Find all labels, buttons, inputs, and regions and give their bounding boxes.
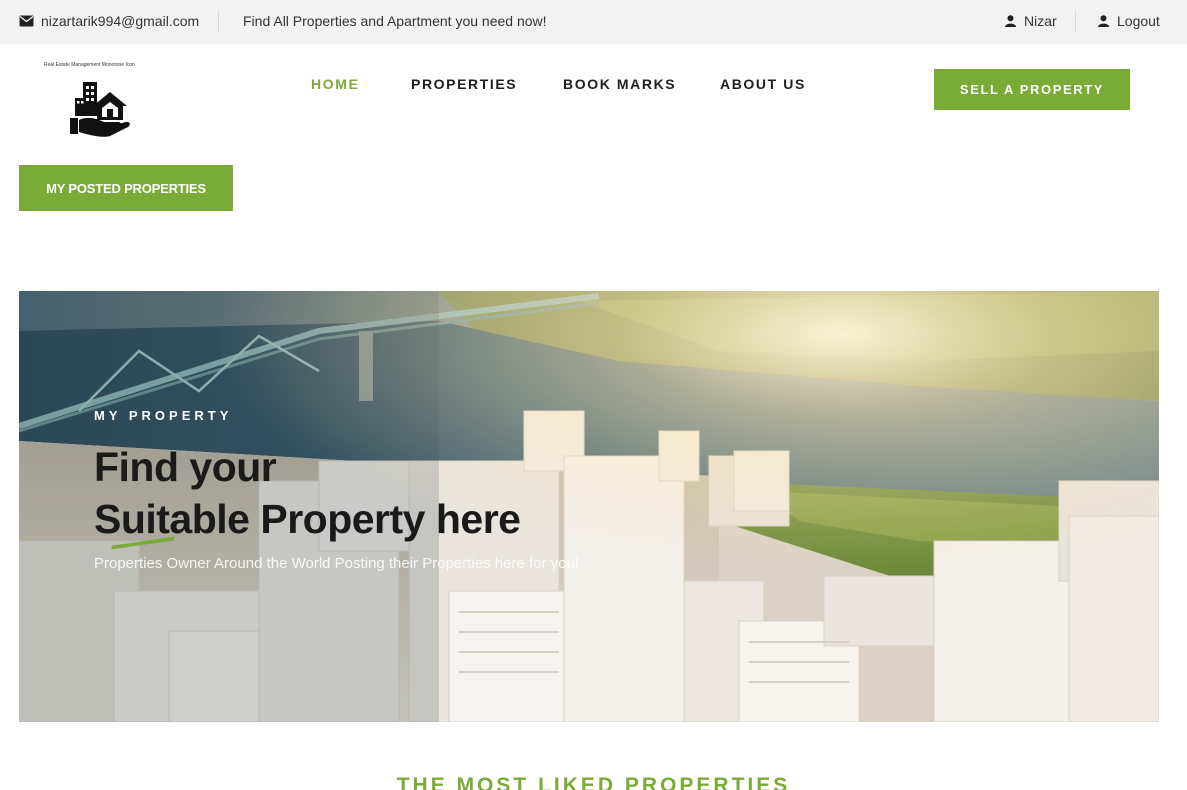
user-name: Nizar (1024, 13, 1057, 29)
topbar-tagline: Find All Properties and Apartment you ne… (243, 13, 547, 29)
nav-item-bookmarks[interactable]: BOOK MARKS (563, 76, 676, 92)
site-logo[interactable]: Real Estate Management Monotone Icon (44, 62, 156, 142)
user-icon (1005, 15, 1016, 27)
topbar-divider (1075, 11, 1076, 33)
hero-banner: MY PROPERTY Find your Suitable Property … (19, 291, 1159, 722)
sell-property-button[interactable]: SELL A PROPERTY (934, 69, 1130, 110)
nav-item-properties[interactable]: PROPERTIES (411, 76, 517, 92)
hero-headline-line1: Find your (94, 444, 277, 490)
email-text: nizartarik994@gmail.com (41, 13, 200, 29)
my-posted-properties-button[interactable]: MY POSTED PROPERTIES (19, 165, 233, 211)
top-bar: nizartarik994@gmail.com Find All Propert… (0, 0, 1187, 44)
section-title-most-liked: THE MOST LIKED PROPERTIES (396, 774, 791, 790)
envelope-icon (19, 15, 34, 27)
house-in-hand-icon (70, 82, 130, 137)
hero-eyebrow: MY PROPERTY (94, 408, 233, 423)
user-menu[interactable]: Nizar (1005, 13, 1057, 29)
hero-headline-line2: Suitable Property here (94, 496, 521, 542)
hero-headline: Find your Suitable Property here (94, 441, 521, 545)
logout-link[interactable]: Logout (1098, 13, 1160, 29)
hero-subtitle: Properties Owner Around the World Postin… (94, 555, 579, 572)
nav-item-about-us[interactable]: ABOUT US (720, 76, 806, 92)
nav-item-home[interactable]: HOME (311, 76, 359, 92)
logo-caption: Real Estate Management Monotone Icon (44, 62, 135, 68)
topbar-divider (218, 11, 219, 33)
contact-email[interactable]: nizartarik994@gmail.com (19, 13, 199, 29)
user-icon (1098, 15, 1109, 27)
logout-label: Logout (1117, 13, 1160, 29)
